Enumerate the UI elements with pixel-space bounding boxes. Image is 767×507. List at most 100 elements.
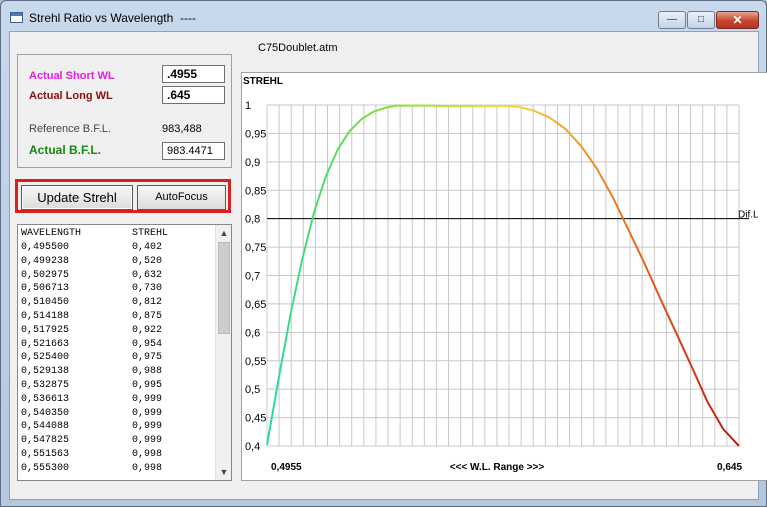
scroll-thumb[interactable] — [218, 242, 230, 334]
strehl-cell: 0,995 — [132, 380, 163, 391]
y-tick-label: 0,8 — [245, 214, 260, 226]
strehl-cell: 0,998 — [132, 449, 163, 460]
wavelength-cell: 0,555300 — [21, 462, 70, 474]
strehl-chart-svg: 1 0,95 0,9 0,85 0,8 0,75 0,7 0,65 0,6 0,55 0,5 0,45… — [243, 76, 759, 473]
y-tick-label: 0,55 — [245, 356, 266, 368]
autofocus-button[interactable]: AutoFocus — [137, 185, 226, 210]
update-strehl-button[interactable]: Update Strehl — [21, 185, 133, 210]
strehl-cell: 0,999 — [132, 393, 163, 405]
wavelength-cell: 0,532875 — [21, 380, 70, 391]
y-tick-label: 0,9 — [245, 157, 260, 169]
wavelength-cell: 0,551563 — [21, 449, 70, 460]
wavelength-cell: 0,540350 — [21, 407, 70, 419]
x-axis-label: <<< W.L. Range >>> — [450, 462, 545, 473]
wavelength-cell: 0,510450 — [21, 297, 70, 309]
reference-bfl-value: 983,488 — [162, 123, 202, 135]
strehl-cell: 0,875 — [132, 311, 163, 322]
list-item[interactable]: 0,544088 0,999 — [21, 420, 162, 433]
wavelength-cell: 0,495500 — [21, 242, 70, 253]
list-item[interactable]: 0,517925 0,922 — [21, 324, 162, 337]
wavelength-cell: 0,521663 — [21, 338, 70, 350]
x-tick-label-end: 0,645 — [717, 462, 742, 473]
maximize-button[interactable]: □ — [687, 11, 715, 29]
list-item[interactable]: 0,506713 0,730 — [21, 282, 162, 295]
strehl-cell: 0,922 — [132, 324, 163, 336]
diffraction-limit-label: Dif.L — [738, 210, 759, 221]
y-axis-label: STREHL — [243, 76, 283, 87]
list-scrollbar[interactable]: ▲ ▼ — [215, 225, 231, 480]
strehl-cell: 0,975 — [132, 352, 163, 364]
wavelength-panel: Actual Short WL .4955 Actual Long WL .64… — [17, 54, 232, 168]
y-tick-label: 0,65 — [245, 299, 266, 311]
list-item[interactable]: 0,514188 0,875 — [21, 310, 162, 323]
short-wl-input[interactable]: .4955 — [162, 65, 225, 83]
strehl-cell: 0,999 — [132, 407, 163, 419]
wavelength-cell: 0,525400 — [21, 352, 70, 364]
close-button[interactable]: ✕ — [716, 11, 759, 29]
actual-bfl-input[interactable]: 983.4471 — [162, 142, 225, 160]
strehl-results-list[interactable]: ▲ ▼ WAVELENGTH STREHL 0,495500 0,402 0,49923… — [17, 224, 232, 481]
y-tick-label: 0,95 — [245, 128, 266, 140]
y-tick-label: 0,45 — [245, 413, 266, 425]
strehl-cell: 0,520 — [132, 255, 163, 267]
button-highlight-frame: Update Strehl AutoFocus — [15, 179, 231, 213]
strehl-cell: 0,998 — [132, 462, 163, 474]
strehl-cell: STREHL — [132, 228, 169, 239]
wavelength-cell: 0,517925 — [21, 324, 70, 336]
minimize-button[interactable]: — — [658, 11, 686, 29]
wavelength-cell: 0,536613 — [21, 393, 70, 405]
short-wl-label: Actual Short WL — [29, 70, 115, 82]
strehl-cell: 0,632 — [132, 269, 163, 281]
y-tick-label: 0,75 — [245, 242, 266, 254]
list-item[interactable]: 0,495500 0,402 — [21, 241, 162, 254]
list-item[interactable]: 0,510450 0,812 — [21, 296, 162, 309]
file-name-label: C75Doublet.atm — [258, 42, 338, 54]
scroll-up-icon[interactable]: ▲ — [216, 225, 231, 241]
y-tick-label: 0,6 — [245, 327, 260, 339]
wavelength-cell: 0,544088 — [21, 421, 70, 433]
wavelength-cell: 0,547825 — [21, 435, 70, 447]
y-tick-label: 0,7 — [245, 271, 260, 283]
scroll-down-icon[interactable]: ▼ — [216, 464, 231, 480]
wavelength-cell: 0,514188 — [21, 311, 70, 322]
actual-bfl-label: Actual B.F.L. — [29, 143, 102, 157]
y-tick-label: 1 — [245, 100, 251, 112]
y-tick-label: 0,85 — [245, 185, 266, 197]
strehl-cell: 0,999 — [132, 421, 163, 433]
app-window: Strehl Ratio vs Wavelength ---- — □ ✕ C7… — [0, 0, 767, 507]
client-area: C75Doublet.atm Actual Short WL .4955 Act… — [9, 31, 767, 500]
reference-bfl-label: Reference B.F.L. — [29, 123, 111, 135]
strehl-cell: 0,988 — [132, 366, 163, 378]
list-item[interactable]: 0,536613 0,999 — [21, 393, 162, 406]
list-item[interactable]: 0,540350 0,999 — [21, 407, 162, 420]
list-item[interactable]: 0,525400 0,975 — [21, 351, 162, 364]
strehl-chart: 1 0,95 0,9 0,85 0,8 0,75 0,7 0,65 0,6 0,55 0,5 0,45… — [241, 72, 767, 481]
long-wl-label: Actual Long WL — [29, 90, 113, 102]
list-item[interactable]: 0,551563 0,998 — [21, 448, 162, 461]
strehl-cell: 0,402 — [132, 242, 163, 253]
x-tick-label-start: 0,4955 — [271, 462, 302, 473]
list-item[interactable]: 0,502975 0,632 — [21, 269, 162, 282]
title-bar[interactable]: Strehl Ratio vs Wavelength ---- — □ ✕ — [1, 1, 766, 31]
app-icon[interactable] — [10, 12, 23, 23]
window-title: Strehl Ratio vs Wavelength ---- — [29, 11, 196, 25]
wavelength-cell: WAVELENGTH — [21, 228, 82, 239]
list-item[interactable]: 0,529138 0,988 — [21, 365, 162, 378]
wavelength-cell: 0,529138 — [21, 366, 70, 378]
wavelength-cell: 0,506713 — [21, 283, 70, 295]
y-tick-label: 0,5 — [245, 384, 260, 396]
list-header-row[interactable]: WAVELENGTH STREHL — [21, 227, 168, 240]
strehl-cell: 0,999 — [132, 435, 163, 447]
list-item[interactable]: 0,532875 0,995 — [21, 379, 162, 392]
list-item[interactable]: 0,547825 0,999 — [21, 434, 162, 447]
wavelength-cell: 0,502975 — [21, 269, 70, 281]
list-item[interactable]: 0,499238 0,520 — [21, 255, 162, 268]
long-wl-input[interactable]: .645 — [162, 86, 225, 104]
list-item[interactable]: 0,555300 0,998 — [21, 462, 162, 475]
strehl-cell: 0,812 — [132, 297, 163, 309]
strehl-cell: 0,730 — [132, 283, 163, 295]
y-tick-label: 0,4 — [245, 441, 260, 453]
wavelength-cell: 0,499238 — [21, 255, 70, 267]
strehl-cell: 0,954 — [132, 338, 163, 350]
list-item[interactable]: 0,521663 0,954 — [21, 338, 162, 351]
